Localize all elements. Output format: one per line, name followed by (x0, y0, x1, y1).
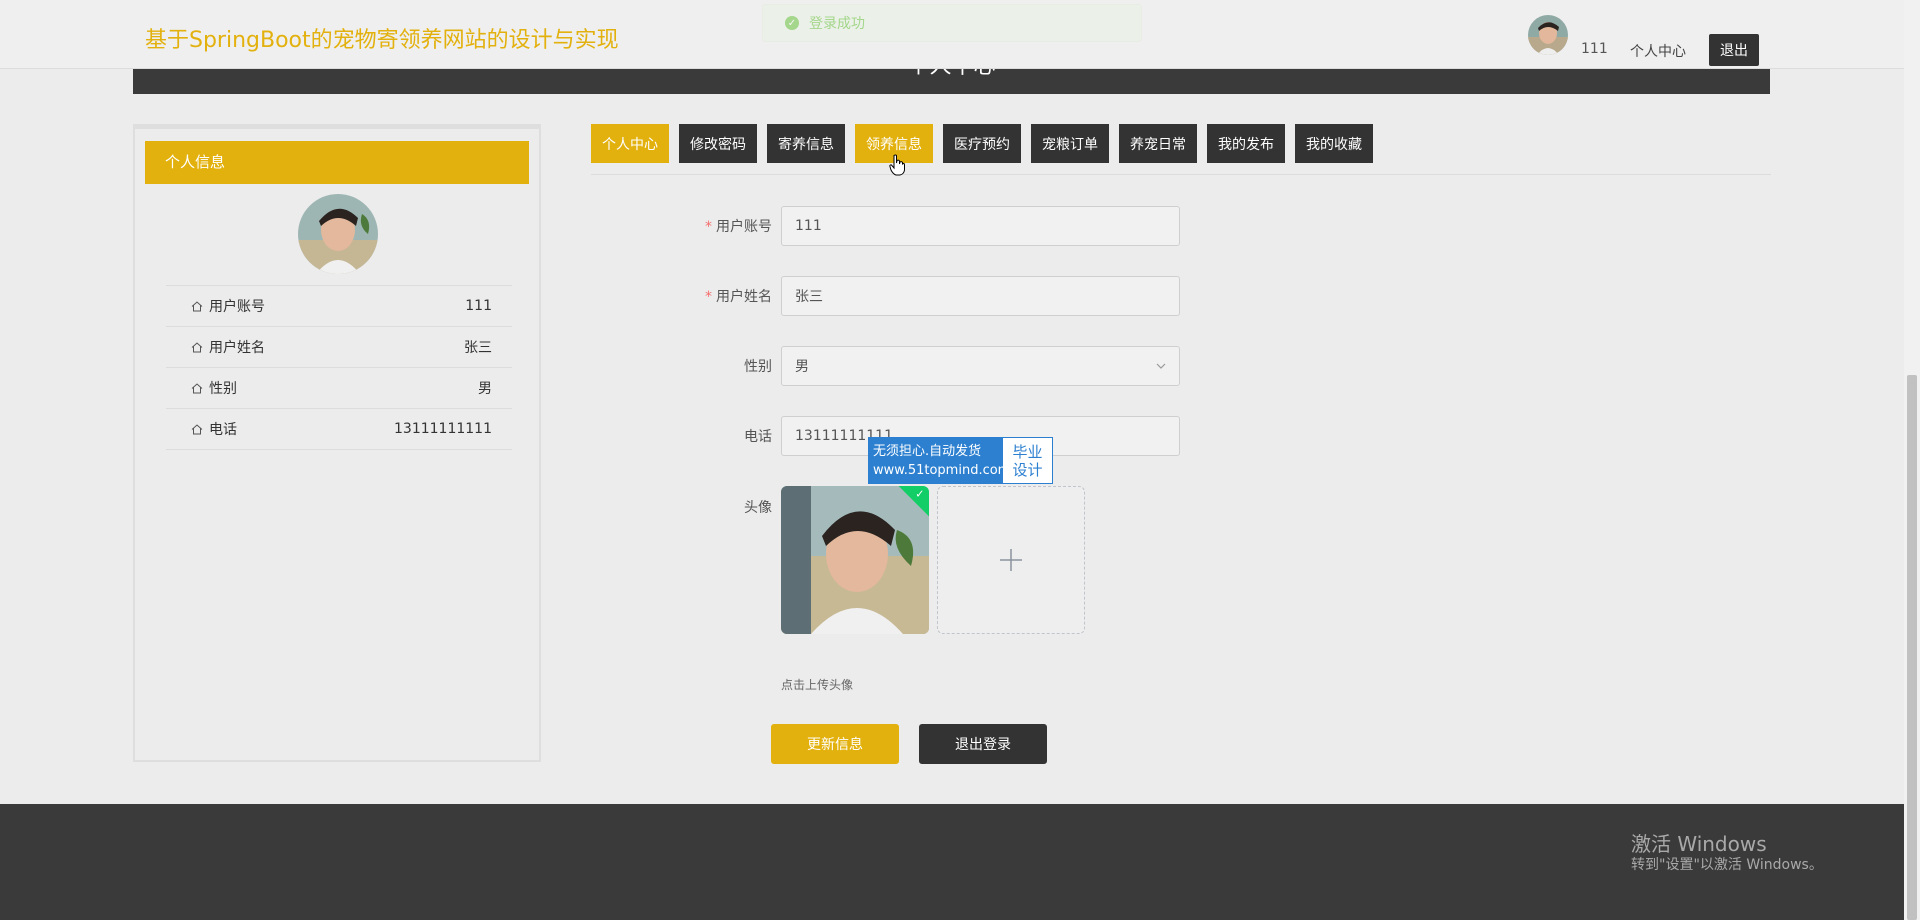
sidebar-heading: 个人信息 (145, 141, 529, 184)
name-label: * 用户姓名 (705, 289, 772, 305)
info-value: 男 (478, 381, 492, 397)
account-label-text: 用户账号 (716, 219, 772, 235)
tab-pet-food-orders[interactable]: 宠粮订单 (1031, 124, 1109, 163)
info-value: 张三 (464, 340, 492, 356)
info-label: 性别 (209, 381, 237, 397)
info-value: 13111111111 (394, 421, 492, 437)
tabs-divider (591, 174, 1771, 175)
gender-select-value: 男 (795, 359, 809, 375)
name-input[interactable]: 张三 (781, 276, 1180, 316)
toast-message: 登录成功 (809, 16, 865, 32)
avatar-photo (1528, 15, 1568, 55)
watermark-right: 毕业 设计 (1003, 438, 1052, 483)
account-input[interactable]: 111 (781, 206, 1180, 246)
tab-foster-info[interactable]: 寄养信息 (767, 124, 845, 163)
hand-cursor-icon (889, 154, 905, 176)
tab-pet-daily[interactable]: 养宠日常 (1119, 124, 1197, 163)
header-avatar[interactable] (1528, 15, 1568, 55)
header-username: 111 (1581, 41, 1608, 57)
gender-label: 性别 (744, 359, 772, 375)
name-label-text: 用户姓名 (716, 289, 772, 305)
success-toast: ✓ 登录成功 (762, 4, 1142, 42)
tab-change-password[interactable]: 修改密码 (679, 124, 757, 163)
sidebar-avatar (298, 194, 378, 274)
uploaded-avatar[interactable]: ✓ (781, 486, 929, 634)
tab-medical-appointment[interactable]: 医疗预约 (943, 124, 1021, 163)
info-value: 111 (465, 298, 492, 314)
avatar-upload-button[interactable] (937, 486, 1085, 634)
info-label: 电话 (209, 422, 237, 438)
profile-info-list: 用户账号 111 用户姓名 张三 性别 男 电话 13111111111 (166, 285, 512, 450)
home-icon (191, 382, 203, 393)
watermark-right2: 设计 (1012, 460, 1043, 479)
name-input-value: 张三 (795, 289, 823, 305)
profile-sidebar: 个人信息 用户账号 111 用户姓名 张三 性别 男 电话 1311111111… (133, 124, 541, 762)
info-row-account: 用户账号 111 (166, 286, 512, 327)
chevron-down-icon (1156, 363, 1166, 369)
home-icon (191, 423, 203, 434)
tab-my-posts[interactable]: 我的发布 (1207, 124, 1285, 163)
tab-my-favorites[interactable]: 我的收藏 (1295, 124, 1373, 163)
check-circle-icon: ✓ (785, 16, 799, 30)
watermark-line2: www.51topmind.com (873, 462, 1011, 478)
info-row-gender: 性别 男 (166, 368, 512, 409)
account-label: * 用户账号 (705, 219, 772, 235)
account-input-value: 111 (795, 218, 822, 234)
watermark-right1: 毕业 (1012, 442, 1043, 461)
check-icon: ✓ (915, 487, 925, 501)
home-icon (191, 300, 203, 311)
phone-label: 电话 (744, 429, 772, 445)
avatar-photo (298, 194, 378, 274)
info-label: 用户账号 (209, 299, 265, 315)
avatar-label: 头像 (744, 500, 772, 516)
plus-icon (1000, 549, 1022, 571)
windows-activation-subtitle: 转到"设置"以激活 Windows。 (1631, 857, 1823, 873)
avatar-photo (781, 486, 929, 634)
info-row-name: 用户姓名 张三 (166, 327, 512, 368)
info-label: 用户姓名 (209, 340, 265, 356)
site-title[interactable]: 基于SpringBoot的宠物寄领养网站的设计与实现 (145, 22, 619, 54)
scrollbar-thumb[interactable] (1907, 375, 1917, 920)
info-row-phone: 电话 13111111111 (166, 409, 512, 450)
tab-personal-center[interactable]: 个人中心 (591, 124, 669, 163)
gender-select[interactable]: 男 (781, 346, 1180, 386)
upload-tip: 点击上传头像 (781, 678, 854, 692)
logout-account-button[interactable]: 退出登录 (919, 724, 1047, 764)
home-icon (191, 341, 203, 352)
page-footer (0, 804, 1904, 920)
header-logout-button[interactable]: 退出 (1709, 34, 1759, 66)
header-personal-center-link[interactable]: 个人中心 (1630, 41, 1686, 61)
watermark-line1: 无须担心.自动发货 (873, 443, 982, 459)
update-info-button[interactable]: 更新信息 (771, 724, 899, 764)
profile-tabs: 个人中心 修改密码 寄养信息 领养信息 医疗预约 宠粮订单 养宠日常 我的发布 … (591, 124, 1383, 163)
watermark-left: 无须担心.自动发货 www.51topmind.com (869, 438, 1011, 483)
windows-activation-title: 激活 Windows (1631, 832, 1767, 856)
promo-watermark: 无须担心.自动发货 www.51topmind.com 毕业 设计 (868, 437, 1053, 484)
